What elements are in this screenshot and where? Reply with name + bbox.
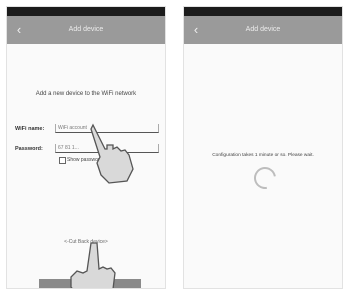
add-device-prompt: Add a new device to the WiFi network (35, 91, 137, 97)
page-title: Add device (245, 26, 281, 33)
status-bar (184, 7, 342, 16)
show-password-checkbox[interactable] (59, 157, 66, 164)
phone-screen-right: ‹ Add device Configuration takes 1 minut… (183, 6, 343, 289)
title-bar: ‹ Add device (184, 16, 342, 44)
title-bar: ‹ Add device (7, 16, 165, 44)
pointing-hand-icon (70, 242, 116, 288)
back-chevron-icon[interactable]: ‹ (13, 16, 25, 44)
wifi-name-label: WiFi name: (15, 126, 45, 132)
password-label: Password: (15, 146, 43, 152)
loading-spinner-icon (249, 162, 281, 194)
back-chevron-icon[interactable]: ‹ (190, 16, 202, 44)
phone-screen-left: ‹ Add device Add a new device to the WiF… (6, 6, 166, 289)
configuration-message: Configuration takes 1 minute or so. Plea… (212, 153, 314, 158)
status-bar (7, 7, 165, 16)
page-title: Add device (68, 26, 104, 33)
pointing-hand-icon (90, 123, 134, 184)
